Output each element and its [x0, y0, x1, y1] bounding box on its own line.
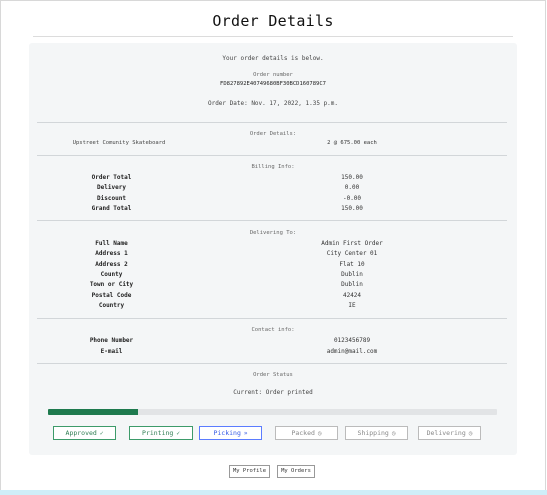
info-row: Country IE [29, 302, 517, 312]
bottom-strip [0, 490, 547, 495]
order-status-label: Order Status [253, 372, 293, 378]
status-step-label: Picking [213, 429, 241, 437]
info-row-value: IE [348, 301, 356, 309]
info-row-label: Address 1 [95, 250, 128, 258]
info-row: Address 2 Flat 10 [29, 261, 517, 271]
info-row-value: Dublin [341, 281, 363, 289]
info-row-label: Delivery [97, 184, 126, 192]
info-row-value: 150.00 [341, 204, 363, 212]
page-title: Order Details [212, 12, 334, 30]
info-row-label: County [100, 270, 123, 278]
info-row-value: City Center 01 [326, 250, 378, 258]
delivering-to-label: Delivering To: [249, 230, 297, 236]
info-row: Discount -0.00 [29, 195, 517, 205]
info-row-value: 150.00 [341, 174, 363, 181]
intro-text: Your order details is below. [222, 55, 324, 62]
info-row: Town or City Dublin [29, 281, 517, 291]
info-row: Phone Number 0123456789 [29, 337, 517, 347]
info-row-label: Postal Code [91, 291, 132, 299]
info-row-value: Dublin [341, 270, 363, 278]
order-item-name: Upstreet Comunity Skateboard [72, 140, 166, 146]
billing-info-label: Billing Info: [251, 164, 295, 170]
info-row-value: 0123456789 [333, 337, 371, 344]
my-orders-button[interactable]: My Orders [277, 465, 315, 478]
info-row: Delivery 0.00 [29, 184, 517, 194]
status-step-shipping: Shipping ◷ [345, 426, 408, 440]
info-row-label: Discount [97, 194, 126, 202]
info-row-label: Order Total [91, 174, 132, 181]
info-row-label: Grand Total [91, 204, 132, 212]
order-number-label: Order number [253, 72, 293, 78]
status-step-packed: Packed ◷ [275, 426, 338, 440]
status-step-picking: Picking» [199, 426, 262, 440]
info-row: County Dublin [29, 271, 517, 281]
status-step-label: Approved [65, 429, 97, 437]
my-profile-button[interactable]: My Profile [229, 465, 270, 478]
info-row-label: E-mail [100, 348, 123, 355]
clock-icon: ◷ [317, 430, 322, 437]
order-details-label: Order Details: [249, 131, 297, 137]
info-row: Address 1 City Center 01 [29, 250, 517, 260]
clock-icon: ◷ [391, 430, 396, 437]
order-progress-bar [48, 409, 497, 415]
status-step-printing: Printing ✓ [129, 426, 193, 440]
info-row-value: Flat 10 [339, 260, 365, 268]
status-step-label: Delivering [426, 429, 466, 437]
info-row-label: Phone Number [89, 337, 134, 344]
status-step-approved: Approved ✓ [53, 426, 116, 440]
info-row: Order Total 150.00 [29, 174, 517, 184]
info-row-value: -0.00 [342, 194, 362, 202]
info-row-label: Town or City [89, 281, 134, 289]
status-step-delivering: Delivering ◷ [418, 426, 481, 440]
info-row: Full Name Admin First Order [29, 240, 517, 250]
info-row-value: Admin First Order [321, 240, 383, 247]
contact-info-label: Contact info: [251, 327, 295, 333]
check-icon: ✓ [99, 430, 104, 437]
order-date: Order Date: Nov. 17, 2022, 1.35 p.m. [207, 100, 339, 107]
divider [37, 220, 507, 221]
double-chevron-right-icon: » [243, 430, 248, 437]
order-progress-fill [48, 409, 138, 415]
check-icon: ✓ [176, 430, 180, 437]
order-number: FD827892E40749680BF30BCD160789C7 [220, 81, 326, 87]
order-item-qty-price: 2 @ 675.00 each [327, 140, 377, 146]
clock-icon: ◷ [468, 430, 473, 437]
divider [37, 155, 507, 156]
divider [37, 363, 507, 364]
info-row-value: 0.00 [344, 184, 360, 192]
status-step-label: Packed [291, 429, 315, 437]
info-row-value: 42424 [342, 291, 362, 299]
info-row: E-mail admin@mail.com [29, 348, 517, 358]
current-status: Current: Order printed [233, 389, 313, 396]
page-header: Order Details [33, 6, 513, 37]
order-status-steps: Approved ✓ Printing ✓ Picking» Packed ◷ Shippin… [53, 426, 513, 440]
order-details-card: Your order details is below. Order numbe… [29, 43, 517, 455]
info-row: Grand Total 150.00 [29, 205, 517, 215]
divider [37, 318, 507, 319]
info-row-label: Full Name [95, 240, 128, 247]
info-row-label: Country [98, 301, 125, 309]
order-item-row: Upstreet Comunity Skateboard 2 @ 675.00 … [29, 140, 517, 150]
status-step-label: Shipping [357, 429, 389, 437]
info-row: Postal Code 42424 [29, 292, 517, 302]
info-row-label: Address 2 [95, 260, 128, 268]
divider [37, 122, 507, 123]
status-step-label: Printing [142, 429, 174, 437]
info-row-value: admin@mail.com [326, 348, 378, 355]
